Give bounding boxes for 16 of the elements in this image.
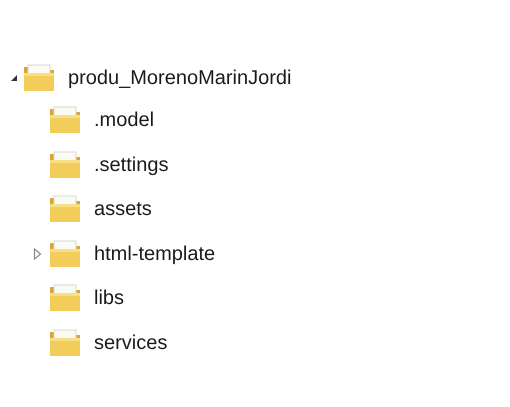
tree-item[interactable]: .settings bbox=[94, 150, 168, 180]
folder-icon bbox=[48, 283, 82, 314]
tree-item[interactable]: libs bbox=[94, 283, 124, 314]
folder-icon bbox=[48, 194, 82, 224]
expanded-arrow-icon[interactable] bbox=[10, 74, 18, 82]
tree-item[interactable]: .model bbox=[94, 105, 154, 136]
folder-icon bbox=[48, 238, 82, 269]
collapsed-arrow-icon[interactable] bbox=[33, 248, 42, 260]
folder-icon bbox=[48, 328, 82, 358]
folder-icon bbox=[22, 63, 56, 93]
tree-item[interactable]: services bbox=[94, 328, 168, 358]
folder-icon bbox=[48, 105, 82, 136]
tree-item[interactable]: html-template bbox=[94, 238, 216, 269]
folder-icon bbox=[48, 150, 82, 180]
tree-item[interactable]: produ_MorenoMarinJordi bbox=[68, 63, 292, 93]
tree-item[interactable]: assets bbox=[94, 194, 152, 224]
